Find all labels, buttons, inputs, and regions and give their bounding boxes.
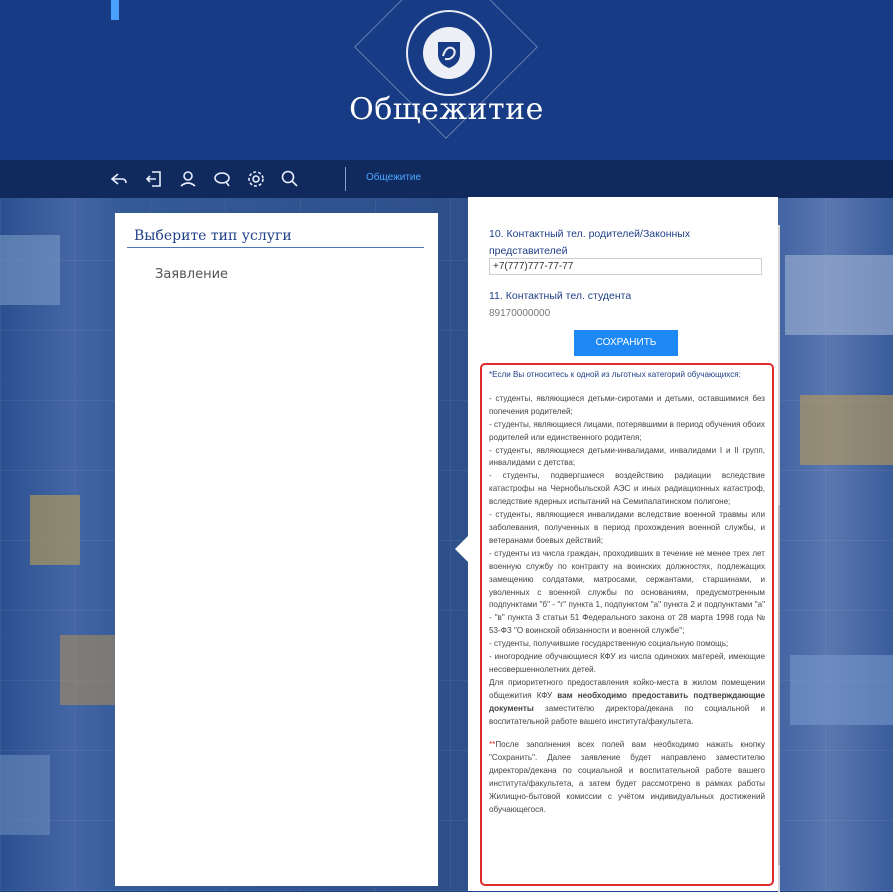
benefits-notice: *Если Вы относитесь к одной из льготных …	[480, 363, 774, 886]
background-photo	[0, 755, 50, 835]
footnote-text: После заполнения всех полей вам необходи…	[489, 740, 765, 814]
search-icon[interactable]	[279, 168, 301, 190]
notice-list-item: - студенты, являющиеся инвалидами вследс…	[489, 510, 765, 545]
background-photo	[785, 255, 893, 335]
page-title: Общежитие	[349, 92, 544, 127]
application-form-panel: 10. Контактный тел. родителей/Законных п…	[468, 197, 780, 892]
toolbar: Общежитие	[0, 160, 893, 198]
background-photo	[790, 655, 893, 725]
breadcrumb[interactable]: Общежитие	[366, 172, 421, 183]
notice-footnote: **После заполнения всех полей вам необхо…	[489, 739, 765, 816]
user-icon[interactable]	[177, 168, 199, 190]
student-phone-value[interactable]: 89170000000	[489, 308, 550, 319]
background-photo	[30, 495, 80, 565]
logout-icon[interactable]	[143, 168, 165, 190]
notice-list-item: - студенты, являющиеся детьми-инвалидами…	[489, 445, 765, 468]
notice-list-item: - студенты, подвергшиеся воздействию рад…	[489, 471, 765, 507]
parents-phone-label: 10. Контактный тел. родителей/Законных п…	[489, 228, 691, 257]
notice-list-item: - студенты из числа граждан, проходивших…	[489, 548, 765, 636]
service-type-heading: Выберите тип услуги	[134, 228, 292, 244]
notice-intro: *Если Вы относитесь к одной из льготных …	[489, 370, 741, 379]
scrollbar[interactable]	[778, 225, 780, 892]
save-button[interactable]: СОХРАНИТЬ	[574, 330, 678, 356]
site-header: Общежитие	[0, 0, 893, 160]
notice-list-item: - студенты, получившие государственную с…	[489, 639, 729, 649]
university-logo[interactable]	[406, 10, 492, 96]
service-type-panel: Выберите тип услуги Заявление	[115, 213, 438, 886]
toolbar-divider	[345, 167, 346, 191]
notice-list-item: - студенты, являющиеся лицами, потерявши…	[489, 419, 765, 442]
service-item-application[interactable]: Заявление	[155, 267, 228, 282]
messages-icon[interactable]	[211, 168, 233, 190]
background-photo	[800, 395, 893, 465]
university-emblem-icon	[423, 27, 475, 79]
settings-icon[interactable]	[245, 168, 267, 190]
scrollbar-thumb[interactable]	[778, 505, 780, 865]
notice-list-item: - иногородние обучающиеся КФУ из числа о…	[489, 652, 765, 674]
header-accent-bar	[111, 0, 119, 20]
panel-pointer-arrow	[455, 535, 469, 563]
student-phone-label: 11. Контактный тел. студента	[489, 290, 632, 302]
notice-documents-text: Для приоритетного предоставления койко-м…	[489, 677, 765, 729]
background-photo	[60, 635, 115, 705]
back-icon[interactable]	[108, 168, 130, 190]
notice-list-item: - студенты, являющиеся детьми-сиротами и…	[489, 393, 765, 416]
background-photo	[0, 235, 60, 305]
parents-phone-input[interactable]: +7(777)777-77-77	[489, 258, 762, 275]
heading-underline	[127, 247, 424, 248]
